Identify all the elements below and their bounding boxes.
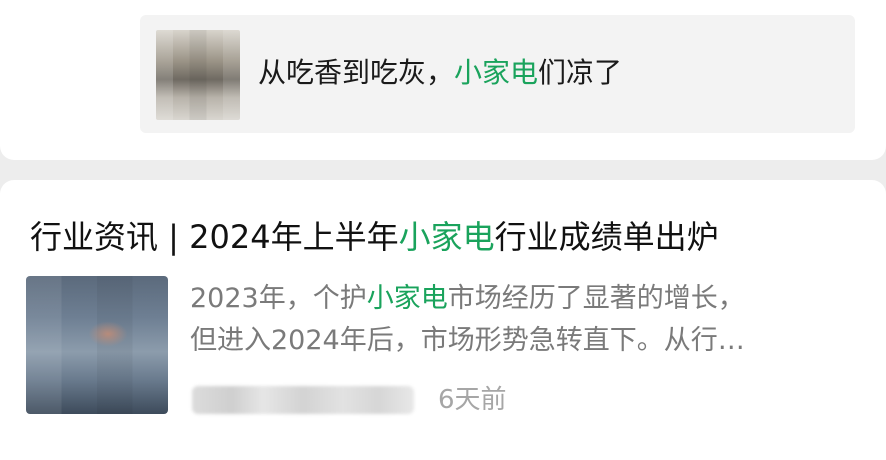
summary-line-1: 2023年，个护小家电市场经历了显著的增长，: [190, 278, 830, 320]
article-title[interactable]: 行业资讯 | 2024年上半年小家电行业成绩单出炉: [30, 216, 719, 258]
linked-article-card[interactable]: 从吃香到吃灰，小家电们凉了: [0, 0, 886, 160]
publish-time: 6天前: [438, 385, 507, 415]
linked-title-highlight: 小家电: [454, 56, 539, 89]
source-name-blurred: [192, 386, 414, 414]
article-card[interactable]: 行业资讯 | 2024年上半年小家电行业成绩单出炉 2023年，个护小家电市场经…: [0, 180, 886, 460]
article-title-highlight: 小家电: [398, 218, 495, 256]
linked-article-title[interactable]: 从吃香到吃灰，小家电们凉了: [258, 55, 622, 91]
article-thumbnail[interactable]: [26, 276, 168, 414]
linked-title-part2: 们凉了: [538, 56, 623, 89]
article-title-part1: 行业资讯 | 2024年上半年: [30, 218, 399, 256]
linked-article-thumbnail: [156, 30, 240, 120]
summary-line-2: 但进入2024年后，市场形势急转直下。从行…: [190, 325, 745, 356]
linked-title-part1: 从吃香到吃灰，: [258, 56, 455, 89]
article-summary: 2023年，个护小家电市场经历了显著的增长， 但进入2024年后，市场形势急转直…: [190, 278, 830, 362]
summary-line1-part1: 2023年，个护: [190, 283, 367, 314]
summary-line1-part2: 市场经历了显著的增长，: [447, 283, 745, 314]
article-title-part2: 行业成绩单出炉: [494, 218, 719, 256]
summary-line1-highlight: 小家电: [366, 283, 448, 314]
linked-article-box[interactable]: 从吃香到吃灰，小家电们凉了: [140, 15, 855, 133]
